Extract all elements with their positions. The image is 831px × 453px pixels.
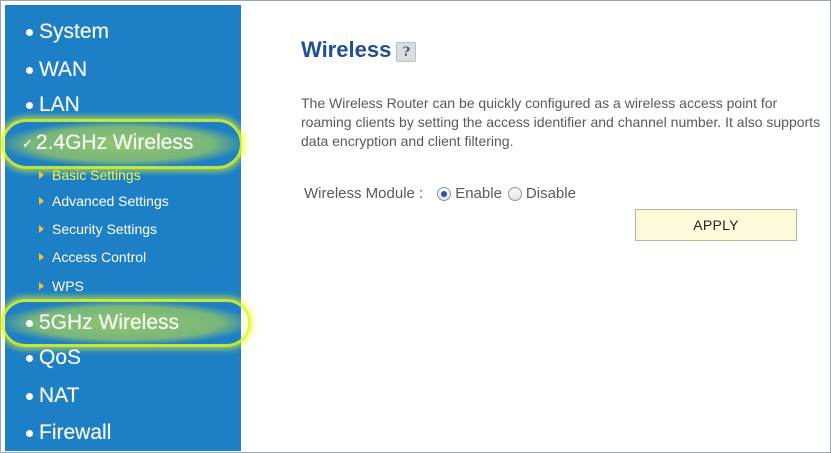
enable-radio-label[interactable]: Enable xyxy=(455,185,502,202)
sidebar-item-qos[interactable]: QoS xyxy=(5,346,81,370)
sidebar-subitem-label: Access Control xyxy=(52,249,147,265)
triangle-right-icon xyxy=(39,253,44,261)
apply-button[interactable]: APPLY xyxy=(635,209,797,241)
sidebar-item-label: 2.4GHz Wireless xyxy=(35,131,194,154)
dot-icon xyxy=(26,354,33,362)
dot-icon xyxy=(26,392,33,400)
sidebar-item-label: LAN xyxy=(39,93,80,116)
triangle-right-icon xyxy=(39,197,44,205)
sidebar-item-nat[interactable]: NAT xyxy=(5,384,79,408)
sidebar-item-label: System xyxy=(39,20,110,43)
sidebar-subitem-label: Security Settings xyxy=(52,221,158,237)
triangle-right-icon xyxy=(39,225,44,233)
sidebar-subitem-advanced-settings[interactable]: Advanced Settings xyxy=(39,193,169,209)
sidebar-subitem-access-control[interactable]: Access Control xyxy=(39,249,146,265)
sidebar-item-system[interactable]: System xyxy=(5,20,109,44)
sidebar-item-label: NAT xyxy=(39,384,80,407)
wireless-module-label: Wireless Module : xyxy=(304,185,424,202)
sidebar-item-wan[interactable]: WAN xyxy=(5,58,87,82)
wireless-module-row: Wireless Module : Enable Disable xyxy=(304,185,582,202)
sidebar-subitem-label: Advanced Settings xyxy=(52,193,169,209)
router-admin-window: System WAN LAN ✓ 2.4GHz Wireless Basic S… xyxy=(0,0,831,453)
disable-radio-label[interactable]: Disable xyxy=(526,185,576,202)
sidebar-item-label: QoS xyxy=(39,346,82,369)
dot-icon xyxy=(26,319,33,327)
sidebar-item-5ghz-wireless[interactable]: 5GHz Wireless xyxy=(5,311,179,335)
page-description: The Wireless Router can be quickly confi… xyxy=(301,95,821,149)
sidebar-subitem-label: WPS xyxy=(52,278,84,294)
sidebar-nav: System WAN LAN ✓ 2.4GHz Wireless Basic S… xyxy=(1,5,251,451)
sidebar-subitem-wps[interactable]: WPS xyxy=(39,278,84,294)
check-icon: ✓ xyxy=(22,135,33,151)
title-row: Wireless ? xyxy=(301,37,417,63)
sidebar-item-label: Firewall xyxy=(39,421,112,444)
sidebar-item-label: 5GHz Wireless xyxy=(39,311,180,334)
disable-radio[interactable] xyxy=(507,186,522,201)
sidebar-item-label: WAN xyxy=(39,58,88,81)
sidebar-subitem-basic-settings[interactable]: Basic Settings xyxy=(39,167,141,183)
sidebar-subitem-label: Basic Settings xyxy=(52,167,141,183)
sidebar-item-firewall[interactable]: Firewall xyxy=(5,421,111,445)
dot-icon xyxy=(26,28,33,36)
dot-icon xyxy=(26,429,33,437)
triangle-right-icon xyxy=(39,171,44,179)
dot-icon xyxy=(26,101,33,109)
triangle-right-icon xyxy=(39,282,44,290)
sidebar-subitem-security-settings[interactable]: Security Settings xyxy=(39,221,157,237)
sidebar-item-lan[interactable]: LAN xyxy=(5,93,80,117)
page-title: Wireless xyxy=(301,37,392,62)
enable-radio[interactable] xyxy=(437,186,452,201)
dot-icon xyxy=(26,66,33,74)
sidebar-item-2-4ghz-wireless[interactable]: ✓ 2.4GHz Wireless xyxy=(5,131,193,155)
help-icon[interactable]: ? xyxy=(396,42,417,62)
